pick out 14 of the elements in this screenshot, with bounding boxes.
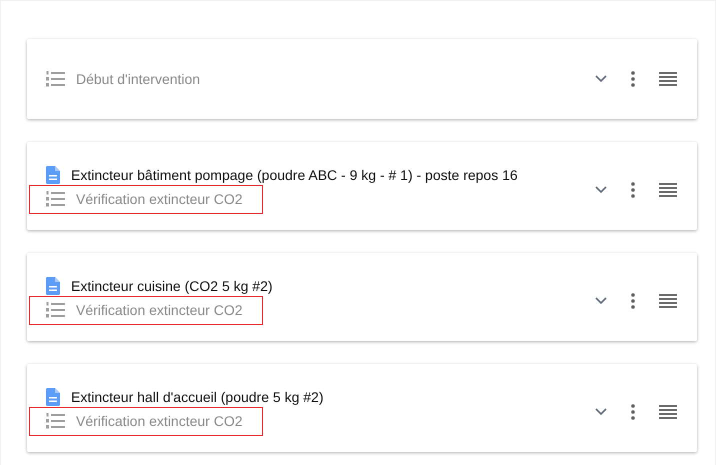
numbered-list-icon — [46, 71, 66, 87]
checklist-title: Début d'intervention — [76, 71, 200, 87]
numbered-list-icon — [46, 413, 66, 429]
numbered-list-icon — [46, 302, 66, 318]
document-title: Extincteur hall d'accueil (poudre 5 kg #2) — [71, 389, 324, 405]
document-icon — [46, 277, 60, 295]
numbered-list-icon — [46, 191, 66, 207]
document-icon — [46, 166, 60, 184]
checklist-title: Vérification extincteur CO2 — [76, 413, 243, 429]
checklist-title: Vérification extincteur CO2 — [76, 302, 243, 318]
document-icon — [46, 388, 60, 406]
checklist-title: Vérification extincteur CO2 — [76, 191, 243, 207]
document-title: Extincteur cuisine (CO2 5 kg #2) — [71, 278, 273, 294]
document-title: Extincteur bâtiment pompage (poudre ABC - 9 kg - # 1) - poste repos 16 — [71, 167, 518, 183]
